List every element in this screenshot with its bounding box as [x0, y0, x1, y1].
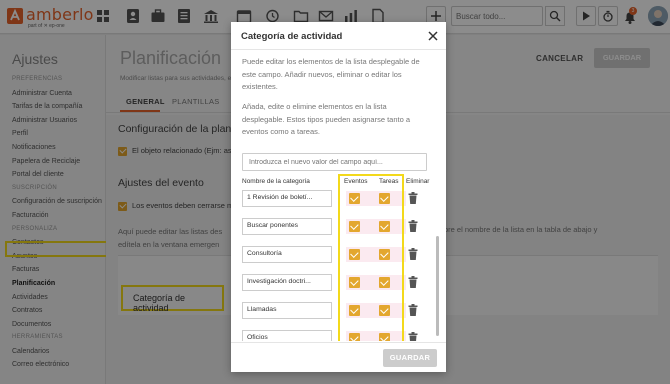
new-value-input[interactable] — [242, 153, 427, 171]
modal-body: Puede editar los elementos de la lista d… — [231, 51, 446, 341]
trash-icon[interactable] — [408, 276, 418, 288]
trash-icon[interactable] — [408, 332, 418, 341]
column-delete-header: Eliminar — [406, 178, 430, 185]
trash-icon[interactable] — [408, 192, 418, 204]
trash-icon[interactable] — [408, 220, 418, 232]
column-name-header: Nombre de la categoría — [242, 178, 310, 185]
trash-icon[interactable] — [408, 304, 418, 316]
category-name-input[interactable]: Investigación doctri... — [242, 274, 332, 291]
events-tasks-highlight — [338, 174, 404, 341]
modal-description-2: Añada, edite o elimine elementos en la l… — [242, 102, 411, 136]
modal-scrollbar[interactable] — [436, 236, 439, 336]
category-name-input[interactable]: Oficios — [242, 330, 332, 341]
modal-header: Categoría de actividad — [231, 22, 446, 50]
category-name-input[interactable]: Llamadas — [242, 302, 332, 319]
modal-description-1: Puede editar los elementos de la lista d… — [242, 57, 420, 91]
modal-title: Categoría de actividad — [241, 31, 343, 42]
category-name-input[interactable]: Consultoría — [242, 246, 332, 263]
category-name-input[interactable]: 1 Revisión de boletí... — [242, 190, 332, 207]
category-name-input[interactable]: Buscar ponentes — [242, 218, 332, 235]
modal-footer: GUARDAR — [231, 342, 446, 372]
trash-icon[interactable] — [408, 248, 418, 260]
close-icon[interactable] — [427, 30, 439, 42]
modal-save-button[interactable]: GUARDAR — [383, 349, 437, 367]
category-modal: Categoría de actividad Puede editar los … — [231, 22, 446, 372]
